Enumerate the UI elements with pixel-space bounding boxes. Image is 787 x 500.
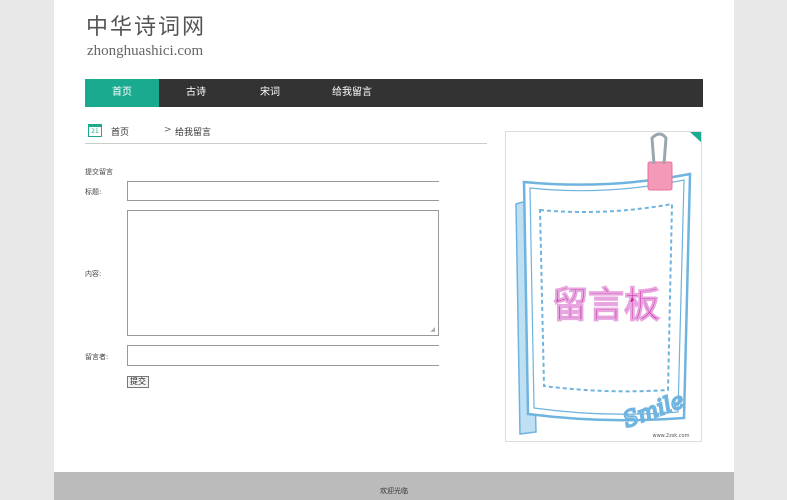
nav-item-home[interactable]: 首页: [85, 79, 159, 107]
title-input[interactable]: [127, 181, 439, 201]
breadcrumb-separator: >: [164, 125, 172, 135]
submit-button[interactable]: 提交: [127, 376, 149, 388]
image-watermark: www.2zsk.com: [653, 433, 690, 439]
form-heading: 提交留言: [85, 168, 113, 176]
guestbook-illustration: 留言板 Smile www.2zsk.com: [505, 131, 702, 442]
nav-item-guestbook[interactable]: 给我留言: [307, 79, 397, 107]
board-title: 留言板: [552, 285, 660, 326]
title-label: 标题:: [85, 188, 102, 196]
footer: 欢迎光临: [54, 472, 734, 500]
breadcrumb-home-link[interactable]: 首页: [111, 125, 129, 138]
content-textarea[interactable]: ◢: [127, 210, 439, 336]
content-label: 内容:: [85, 270, 102, 278]
nav-item-poems[interactable]: 古诗: [159, 79, 233, 107]
main-nav: 首页 古诗 宋词 给我留言: [85, 79, 703, 107]
footer-text: 欢迎光临: [380, 487, 408, 495]
resize-grip-icon[interactable]: ◢: [430, 326, 435, 333]
author-label: 留言者:: [85, 353, 109, 361]
site-subtitle: zhonghuashici.com: [87, 43, 204, 59]
site-title: 中华诗词网: [86, 15, 207, 40]
breadcrumb: 21 首页 > 给我留言: [85, 121, 487, 144]
calendar-icon: 21: [88, 124, 102, 137]
breadcrumb-current: 给我留言: [175, 128, 212, 138]
nav-item-ci[interactable]: 宋词: [233, 79, 307, 107]
page-container: 中华诗词网 zhonghuashici.com 首页 古诗 宋词 给我留言 21…: [54, 0, 734, 500]
guestbook-board-graphic: 留言板 Smile www.2zsk.com: [515, 132, 701, 439]
author-input[interactable]: [127, 345, 439, 366]
